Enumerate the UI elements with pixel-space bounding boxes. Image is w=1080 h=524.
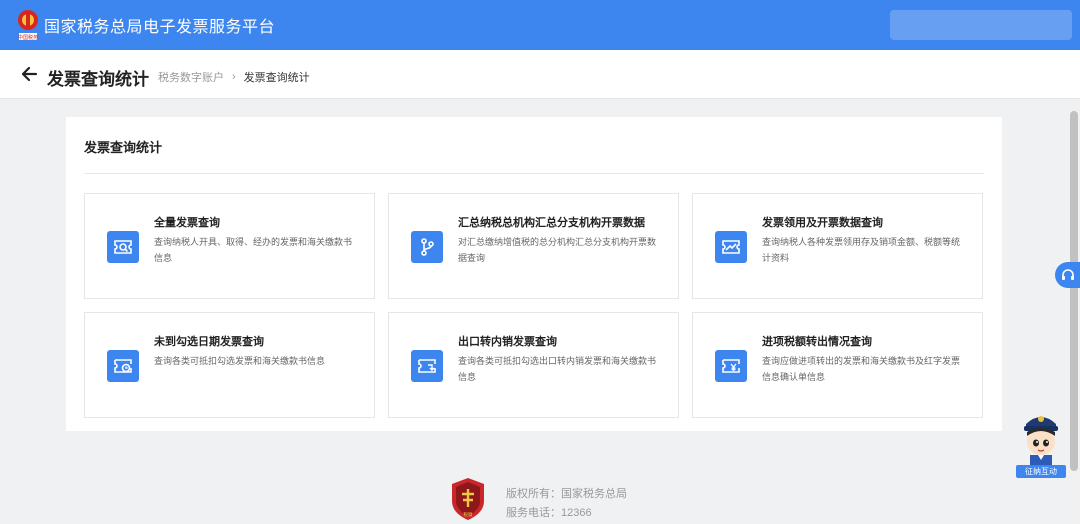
breadcrumb: 税务数字账户 › 发票查询统计 (158, 69, 310, 85)
card-title: 出口转内销发票查询 (458, 336, 557, 348)
section-title: 发票查询统计 (84, 140, 163, 155)
card-branch-invoice-data[interactable]: 汇总纳税总机构汇总分支机构开票数据 对汇总缴纳增值税的总分机构汇总分支机构开票数… (388, 193, 679, 299)
invoice-return-icon (411, 350, 443, 382)
section-divider (84, 173, 984, 174)
card-title: 发票领用及开票数据查询 (762, 217, 883, 229)
card-desc: 查询各类可抵扣勾选发票和海关缴款书信息 (154, 356, 326, 366)
card-input-tax-transfer-query[interactable]: 进项税额转出情况查询 查询应做进项转出的发票和海关缴款书及红字发票信息确认单信息 (692, 312, 983, 418)
card-invoice-usage-query[interactable]: 发票领用及开票数据查询 查询纳税人各种发票领用存及销项金额、税额等统计资料 (692, 193, 983, 299)
user-info-blurred[interactable] (890, 10, 1072, 40)
card-full-invoice-query[interactable]: 全量发票查询 查询纳税人开具、取得、经办的发票和海关缴款书信息 (84, 193, 375, 299)
invoice-search-icon (107, 231, 139, 263)
card-desc: 对汇总缴纳增值税的总分机构汇总分支机构开票数据查询 (458, 237, 657, 263)
card-title: 未到勾选日期发票查询 (154, 336, 264, 348)
card-pending-date-invoice-query[interactable]: 未到勾选日期发票查询 查询各类可抵扣勾选发票和海关缴款书信息 (84, 312, 375, 418)
card-desc: 查询纳税人各种发票领用存及销项金额、税额等统计资料 (762, 237, 961, 263)
card-title: 进项税额转出情况查询 (762, 336, 872, 348)
card-desc: 查询纳税人开具、取得、经办的发票和海关缴款书信息 (154, 237, 353, 263)
card-export-domestic-invoice-query[interactable]: 出口转内销发票查询 查询各类可抵扣勾选出口转内销发票和海关缴款书信息 (388, 312, 679, 418)
invoice-yen-icon (715, 350, 747, 382)
badge-text: 税徽 (464, 511, 473, 518)
breadcrumb-item-account[interactable]: 税务数字账户 (158, 69, 224, 85)
query-panel: 发票查询统计 全量发票查询 查询纳税人开具、取得、经办的发票和海关缴款书信息 汇… (66, 117, 1002, 431)
trend-icon (715, 231, 747, 263)
page-subheader: 发票查询统计 税务数字账户 › 发票查询统计 (0, 50, 1080, 99)
arrow-left-icon[interactable] (20, 63, 40, 85)
top-header-bar: 中国税务 国家税务总局电子发票服务平台 (0, 0, 1080, 50)
chevron-right-icon: › (232, 71, 236, 83)
footer-copyright: 版权所有：国家税务总局 (506, 488, 627, 500)
mascot-label[interactable]: 征纳互动 (1016, 465, 1066, 478)
card-title: 汇总纳税总机构汇总分支机构开票数据 (458, 217, 645, 229)
vertical-scrollbar[interactable] (1068, 99, 1080, 524)
seal-text: 中国税务 (18, 34, 38, 41)
scrollbar-thumb[interactable] (1070, 111, 1078, 471)
tax-badge-icon: 税徽 (452, 478, 484, 520)
invoice-clock-icon (107, 350, 139, 382)
card-title: 全量发票查询 (154, 217, 220, 229)
footer-phone: 服务电话：12366 (506, 507, 592, 519)
branch-icon (411, 231, 443, 263)
tax-emblem-icon: 中国税务 (18, 10, 38, 41)
page-title: 发票查询统计 (47, 70, 149, 89)
platform-title: 国家税务总局电子发票服务平台 (44, 19, 276, 36)
card-desc: 查询应做进项转出的发票和海关缴款书及红字发票信息确认单信息 (762, 356, 961, 382)
headset-icon[interactable] (1055, 262, 1080, 288)
breadcrumb-item-current: 发票查询统计 (243, 72, 310, 84)
card-desc: 查询各类可抵扣勾选出口转内销发票和海关缴款书信息 (458, 356, 657, 382)
